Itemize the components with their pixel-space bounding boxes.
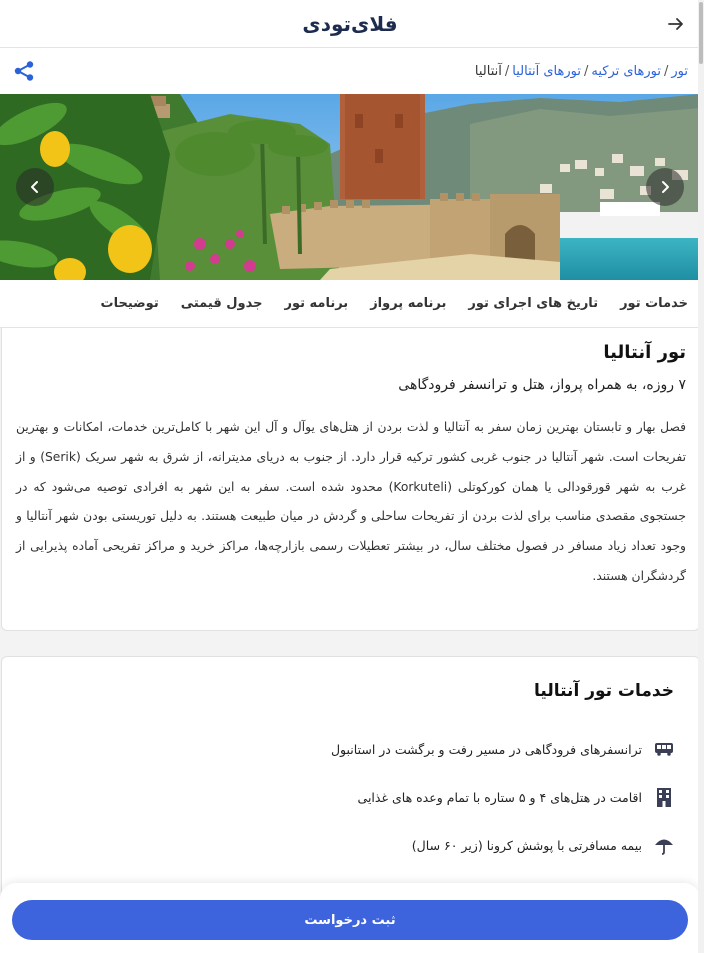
bottom-action-bar: ثبت درخواست: [0, 883, 700, 953]
scrollbar-thumb[interactable]: [699, 2, 703, 64]
service-text: ترانسفرهای فرودگاهی در مسیر رفت و برگشت …: [330, 741, 642, 757]
share-button[interactable]: [12, 59, 36, 83]
carousel-next-button[interactable]: [646, 168, 684, 206]
submit-request-button[interactable]: ثبت درخواست: [12, 900, 688, 940]
site-logo[interactable]: فلای‌تودی: [302, 12, 398, 36]
tour-intro-card: تور آنتالیا ۷ روزه، به همراه پرواز، هتل …: [1, 328, 700, 631]
page: فلای‌تودی تور/تورهای ترکیه/تورهای آنتالی…: [0, 0, 700, 953]
services-title: خدمات تور آنتالیا: [534, 681, 674, 701]
tab-descriptions[interactable]: توضیحات: [101, 296, 159, 311]
tour-description: فصل بهار و تابستان بهترین زمان سفر به آن…: [16, 420, 686, 583]
umbrella-icon: [654, 835, 674, 855]
tab-price-table[interactable]: جدول قیمتی: [181, 296, 263, 311]
service-text: اقامت در هتل‌های ۴ و ۵ ستاره با تمام وعد…: [357, 789, 642, 805]
hero-carousel: [0, 94, 700, 280]
app-header: فلای‌تودی: [0, 0, 700, 48]
service-item: اقامت در هتل‌های ۴ و ۵ ستاره با تمام وعد…: [28, 773, 674, 821]
antalya-castle-photo: [0, 94, 700, 280]
tab-tour-services[interactable]: خدمات تور: [620, 296, 688, 311]
section-tabs: خدمات تور تاریخ های اجرای تور برنامه پرو…: [0, 280, 700, 328]
tab-tour-dates[interactable]: تاریخ های اجرای تور: [468, 296, 598, 311]
tab-tour-program[interactable]: برنامه تور: [284, 296, 348, 311]
tour-services-card: خدمات تور آنتالیا ترانسفرهای فرودگاهی در…: [1, 656, 700, 916]
service-text: بیمه مسافرتی با پوشش کرونا (زیر ۶۰ سال): [411, 837, 642, 853]
bus-icon: [654, 739, 674, 759]
breadcrumb-bar: تور/تورهای ترکیه/تورهای آنتالیا/آنتالیا: [0, 48, 700, 94]
breadcrumb-antalya-tours[interactable]: تورهای آنتالیا: [512, 64, 581, 79]
tab-flight-schedule[interactable]: برنامه پرواز: [370, 296, 446, 311]
arrow-right-icon: [668, 18, 683, 30]
back-button[interactable]: [664, 12, 688, 36]
breadcrumb-current: آنتالیا: [474, 63, 502, 79]
breadcrumb: تور/تورهای ترکیه/تورهای آنتالیا/آنتالیا: [474, 63, 688, 79]
chevron-right-icon: [662, 181, 669, 193]
tour-title: تور آنتالیا: [603, 342, 686, 363]
carousel-prev-button[interactable]: [16, 168, 54, 206]
share-icon: [14, 61, 34, 81]
tour-subtitle: ۷ روزه، به همراه پرواز، هتل و ترانسفر فر…: [398, 377, 686, 393]
service-item: بیمه مسافرتی با پوشش کرونا (زیر ۶۰ سال): [28, 821, 674, 869]
breadcrumb-tour[interactable]: تور: [671, 64, 688, 79]
breadcrumb-turkey-tours[interactable]: تورهای ترکیه: [591, 64, 661, 79]
chevron-left-icon: [31, 181, 38, 193]
hotel-building-icon: [654, 787, 674, 807]
service-item: ترانسفرهای فرودگاهی در مسیر رفت و برگشت …: [28, 725, 674, 773]
page-scrollbar[interactable]: [698, 0, 704, 953]
